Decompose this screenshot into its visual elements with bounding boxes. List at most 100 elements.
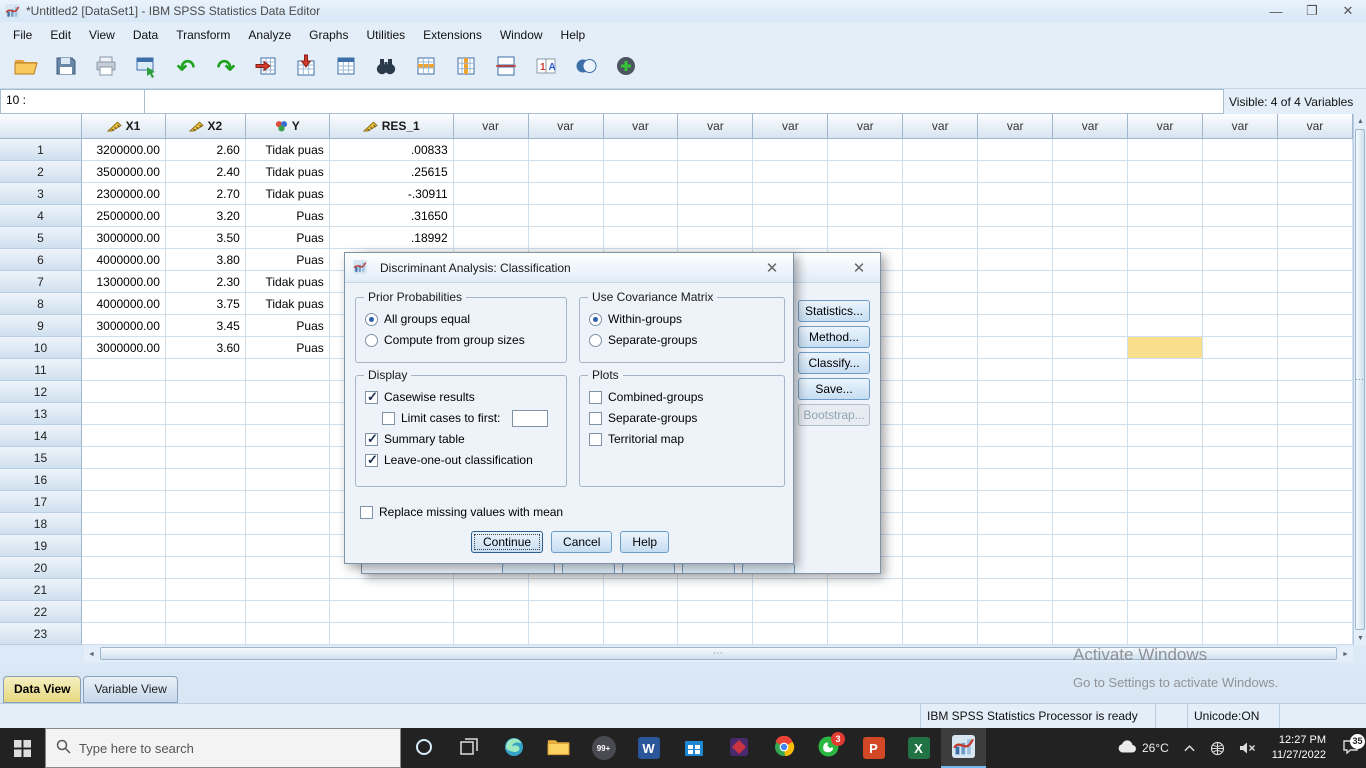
purple-app-button[interactable] [716,728,761,768]
grid-cell[interactable] [82,359,166,381]
grid-cell[interactable] [1278,403,1353,425]
grid-cell[interactable] [828,205,903,227]
grid-cell[interactable] [1053,601,1128,623]
grid-cell[interactable] [604,139,679,161]
checkbox[interactable] [365,454,378,467]
grid-cell[interactable] [978,469,1053,491]
row-header[interactable]: 19 [0,535,82,557]
row-header[interactable]: 16 [0,469,82,491]
grid-cell[interactable] [978,183,1053,205]
grid-cell[interactable] [1278,271,1353,293]
row-header[interactable]: 22 [0,601,82,623]
column-header-res_1[interactable]: RES_1 [330,114,454,139]
grid-cell[interactable]: 3.20 [166,205,246,227]
grid-cell[interactable] [1128,271,1203,293]
row-header[interactable]: 10 [0,337,82,359]
grid-cell[interactable] [82,469,166,491]
grid-cell[interactable] [1203,557,1278,579]
grid-cell[interactable] [903,315,978,337]
column-header-var[interactable]: var [753,114,828,139]
grid-cell[interactable]: Puas [246,315,330,337]
grid-cell[interactable] [828,623,903,645]
column-header-var[interactable]: var [604,114,679,139]
grid-cell[interactable] [1053,205,1128,227]
grid-cell[interactable] [166,425,246,447]
grid-cell[interactable] [604,161,679,183]
scroll-right-icon[interactable]: ► [1338,646,1353,662]
grid-cell[interactable]: 2500000.00 [82,205,166,227]
grid-cell[interactable] [678,183,753,205]
radio-option-row[interactable]: Separate-groups [589,332,775,348]
grid-cell[interactable] [246,535,330,557]
row-header[interactable]: 21 [0,579,82,601]
grid-cell[interactable]: Puas [246,249,330,271]
menu-item-extensions[interactable]: Extensions [414,24,491,46]
grid-cell[interactable] [828,227,903,249]
row-header[interactable]: 20 [0,557,82,579]
grid-cell[interactable] [1053,249,1128,271]
menu-item-help[interactable]: Help [552,24,595,46]
grid-cell[interactable] [978,601,1053,623]
grid-cell[interactable] [678,579,753,601]
row-header[interactable]: 9 [0,315,82,337]
checkbox-option-row[interactable]: Limit cases to first: [382,410,557,426]
grid-cell[interactable] [604,205,679,227]
grid-cell[interactable] [903,601,978,623]
grid-cell[interactable]: .00833 [330,139,454,161]
scroll-down-icon[interactable]: ▼ [1354,631,1366,645]
grid-cell[interactable] [529,139,604,161]
obscured-button[interactable] [682,563,735,574]
grid-cell[interactable] [1203,249,1278,271]
action-center-button[interactable]: 35 [1335,728,1366,768]
grid-cell[interactable] [903,469,978,491]
grid-cell[interactable]: 3.60 [166,337,246,359]
menu-item-transform[interactable]: Transform [167,24,239,46]
vertical-scrollbar-thumb[interactable]: ⋯ [1355,129,1365,630]
maximize-icon[interactable]: ❐ [1294,0,1330,22]
grid-cell[interactable] [903,513,978,535]
grid-cell[interactable] [166,469,246,491]
row-header[interactable]: 12 [0,381,82,403]
save-button[interactable]: Save... [798,378,870,400]
grid-cell[interactable] [1053,183,1128,205]
grid-cell[interactable] [1278,161,1353,183]
grid-cell[interactable] [903,183,978,205]
help-button[interactable]: Help [620,531,669,553]
grid-cell[interactable] [82,447,166,469]
grid-cell[interactable] [1278,491,1353,513]
grid-cell[interactable] [1053,139,1128,161]
row-header[interactable]: 13 [0,403,82,425]
grid-cell[interactable] [1053,271,1128,293]
grid-cell[interactable] [1203,403,1278,425]
grid-cell[interactable] [1278,183,1353,205]
obscured-button[interactable] [562,563,615,574]
grid-cell[interactable]: 3200000.00 [82,139,166,161]
grid-cell[interactable]: 3.75 [166,293,246,315]
insert-variable-button[interactable] [448,50,484,86]
save-button[interactable] [48,50,84,86]
grid-cell[interactable]: .31650 [330,205,454,227]
grid-cell[interactable] [246,469,330,491]
split-file-button[interactable] [488,50,524,86]
row-header[interactable]: 23 [0,623,82,645]
grid-cell[interactable] [903,381,978,403]
grid-cell[interactable] [1203,381,1278,403]
grid-cell[interactable] [1203,535,1278,557]
grid-cell[interactable] [246,359,330,381]
grid-cell[interactable] [604,623,679,645]
grid-cell[interactable]: 4000000.00 [82,249,166,271]
grid-cell[interactable] [1203,623,1278,645]
grid-cell[interactable] [978,535,1053,557]
grid-cell[interactable] [166,359,246,381]
grid-cell[interactable] [1278,337,1353,359]
column-header-var[interactable]: var [1203,114,1278,139]
grid-cell[interactable]: 3.45 [166,315,246,337]
grid-cell[interactable] [330,601,454,623]
grid-cell[interactable] [678,161,753,183]
grid-cell[interactable] [246,557,330,579]
bootstrap-button[interactable]: Bootstrap... [798,404,870,426]
excel-button[interactable]: X [896,728,941,768]
grid-cell[interactable] [903,403,978,425]
grid-cell[interactable] [1203,337,1278,359]
variables-button[interactable] [328,50,364,86]
